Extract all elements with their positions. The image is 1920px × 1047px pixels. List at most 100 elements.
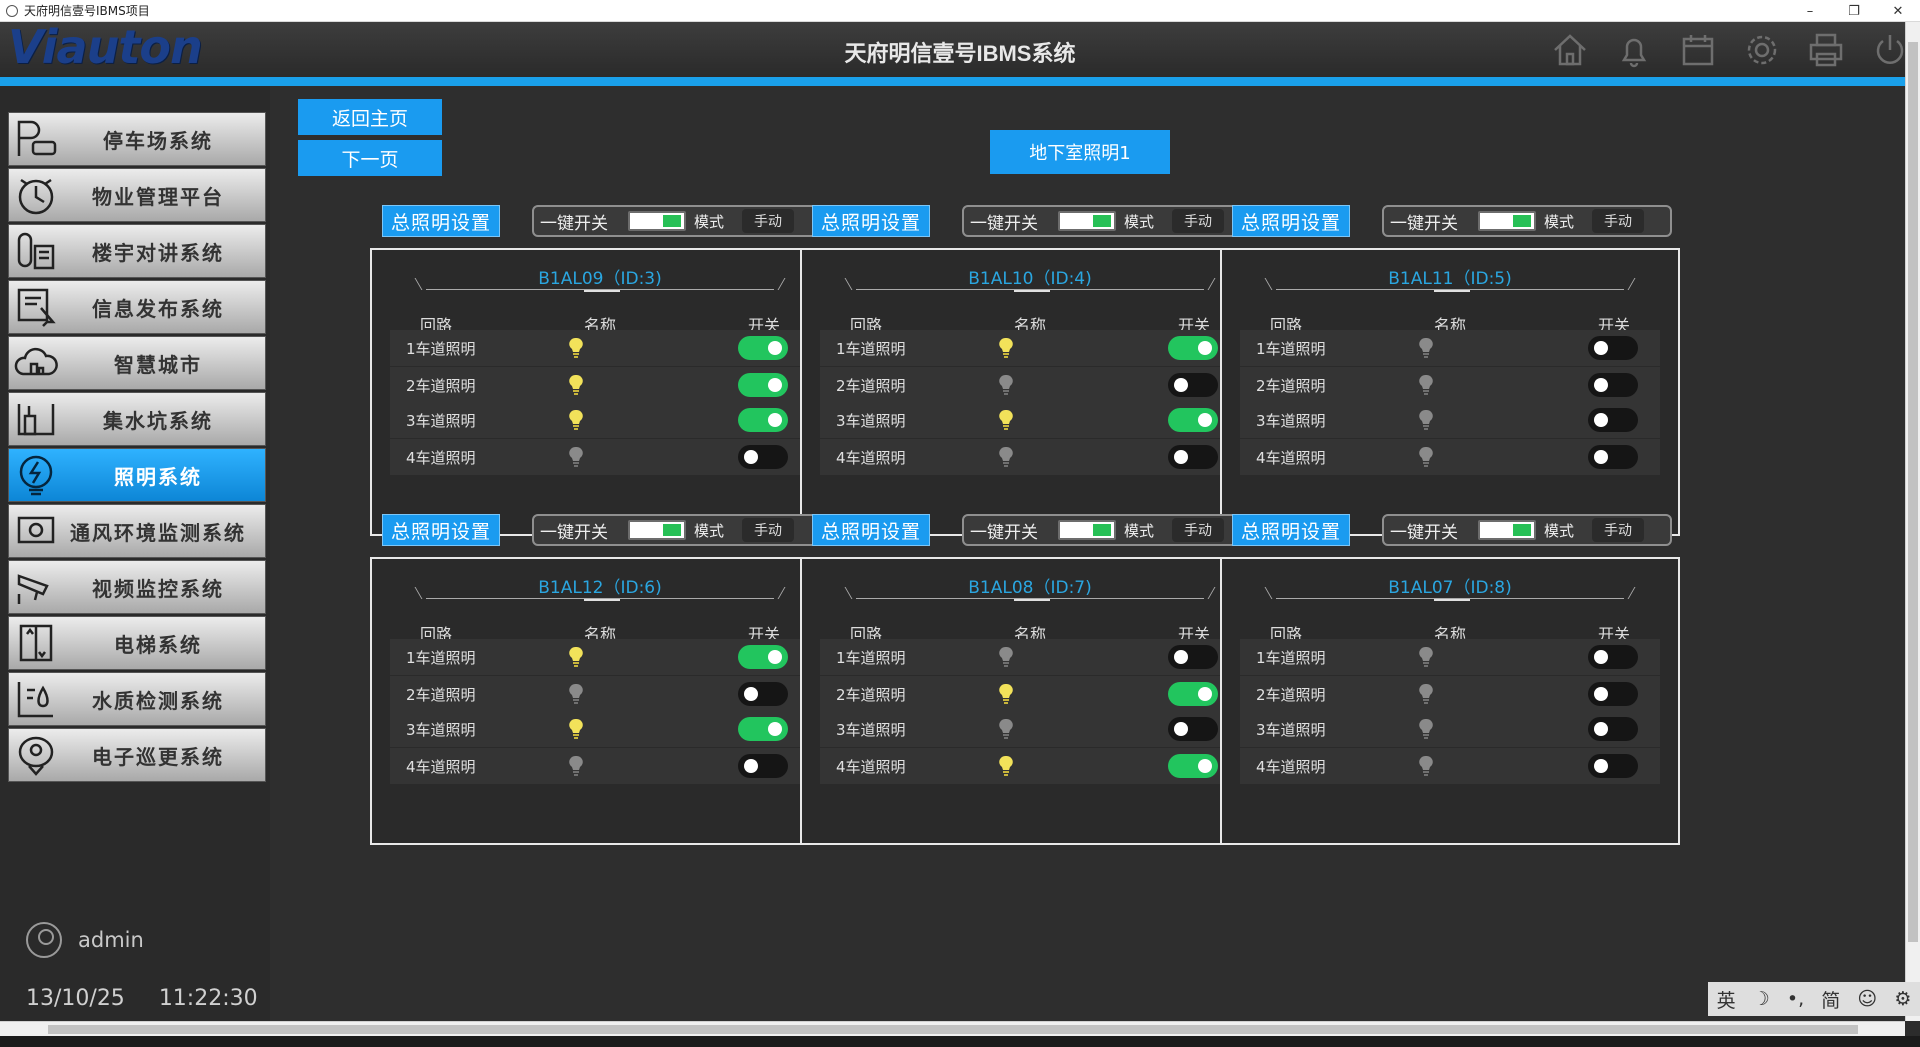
circuit-toggle[interactable]	[738, 373, 788, 397]
bulb-off-icon	[1418, 718, 1434, 740]
sidebar-item-intercom[interactable]: 楼宇对讲系统	[8, 224, 266, 278]
master-toggle[interactable]	[628, 211, 686, 231]
sidebar-item-water-quality[interactable]: 水质检测系统	[8, 672, 266, 726]
punct-icon[interactable]: •,	[1787, 988, 1804, 1010]
printer-icon[interactable]	[1804, 28, 1848, 72]
ime-simplified[interactable]: 简	[1821, 986, 1840, 1013]
tab-lighting-settings[interactable]: 总照明设置	[1232, 514, 1350, 546]
circuit-name: 1车道照明	[836, 648, 906, 667]
bulb-on-icon	[568, 374, 584, 396]
circuit-name: 1车道照明	[836, 339, 906, 358]
circuit-toggle[interactable]	[1168, 336, 1218, 360]
table-row: 2车道照明	[1240, 676, 1660, 712]
circuit-toggle[interactable]	[1588, 717, 1638, 741]
restore-button[interactable]: ❐	[1832, 0, 1876, 22]
circuit-toggle[interactable]	[738, 336, 788, 360]
sidebar-item-patrol[interactable]: 电子巡更系统	[8, 728, 266, 782]
circuit-toggle[interactable]	[1588, 682, 1638, 706]
sidebar-item-lighting[interactable]: 照明系统	[8, 448, 266, 502]
table-row: 4车道照明	[1240, 439, 1660, 475]
master-toggle[interactable]	[1478, 211, 1536, 231]
emoji-icon[interactable]: ☺	[1857, 988, 1877, 1010]
moon-icon[interactable]: ☽	[1753, 988, 1770, 1010]
mode-select[interactable]: 手动	[1172, 209, 1224, 233]
circuit-toggle[interactable]	[1168, 754, 1218, 778]
sidebar-item-sump[interactable]: 集水坑系统	[8, 392, 266, 446]
tab-lighting-settings[interactable]: 总照明设置	[812, 514, 930, 546]
mode-select[interactable]: 手动	[1592, 518, 1644, 542]
sidebar-item-property[interactable]: 物业管理平台	[8, 168, 266, 222]
circuit-toggle[interactable]	[1588, 754, 1638, 778]
horizontal-scrollbar[interactable]	[0, 1021, 1905, 1036]
mode-select[interactable]: 手动	[1592, 209, 1644, 233]
circuit-name: 3车道照明	[836, 411, 906, 430]
sidebar-item-publish[interactable]: 信息发布系统	[8, 280, 266, 334]
close-button[interactable]: ✕	[1876, 0, 1920, 22]
sidebar-item-video[interactable]: 视频监控系统	[8, 560, 266, 614]
next-page-button[interactable]: 下一页	[298, 140, 442, 176]
master-toggle[interactable]	[1058, 520, 1116, 540]
home-icon[interactable]	[1548, 28, 1592, 72]
table-row: 3车道照明	[390, 402, 810, 438]
circuit-name: 3车道照明	[1256, 720, 1326, 739]
mode-select[interactable]: 手动	[1172, 518, 1224, 542]
circuit-toggle[interactable]	[1168, 717, 1218, 741]
circuit-toggle[interactable]	[1168, 682, 1218, 706]
sidebar-item-smart-city[interactable]: 智慧城市	[8, 336, 266, 390]
bell-icon[interactable]	[1612, 28, 1656, 72]
circuit-toggle[interactable]	[1588, 408, 1638, 432]
circuit-toggle[interactable]	[738, 408, 788, 432]
master-switch-label: 一键开关	[540, 522, 608, 543]
scrollbar-thumb[interactable]	[48, 1025, 1858, 1034]
scrollbar-thumb[interactable]	[1908, 42, 1918, 942]
minimize-button[interactable]: –	[1788, 0, 1832, 22]
ime-settings-icon[interactable]: ⚙	[1894, 988, 1911, 1010]
tab-lighting-settings[interactable]: 总照明设置	[1232, 205, 1350, 237]
circuit-toggle[interactable]	[738, 682, 788, 706]
table-row: 2车道照明	[820, 676, 1240, 712]
circuit-toggle[interactable]	[1168, 445, 1218, 469]
mode-label: 模式	[694, 212, 725, 231]
master-toggle[interactable]	[628, 520, 686, 540]
vertical-scrollbar[interactable]	[1905, 22, 1920, 1021]
table-row: 1车道照明	[820, 330, 1240, 366]
sidebar-item-ventilation[interactable]: 通风环境监测系统	[8, 504, 266, 558]
table-row: 4车道照明	[390, 748, 810, 784]
tab-lighting-settings[interactable]: 总照明设置	[382, 205, 500, 237]
tab-lighting-settings[interactable]: 总照明设置	[382, 514, 500, 546]
circuit-toggle[interactable]	[738, 717, 788, 741]
bulb-off-icon	[1418, 337, 1434, 359]
master-toggle[interactable]	[1058, 211, 1116, 231]
window-titlebar: 天府明信壹号IBMS项目 – ❐ ✕	[0, 0, 1920, 22]
intercom-icon	[9, 224, 63, 278]
circuit-name: 2车道照明	[1256, 685, 1326, 704]
sidebar: 停车场系统 物业管理平台 楼宇对讲系统 信息发布系统 智慧城市 集水坑系统 照明…	[0, 86, 270, 1021]
bulb-off-icon	[1418, 409, 1434, 431]
gear-icon[interactable]	[1740, 28, 1784, 72]
tab-lighting-settings[interactable]: 总照明设置	[812, 205, 930, 237]
circuit-toggle[interactable]	[1168, 408, 1218, 432]
circuit-toggle[interactable]	[1588, 645, 1638, 669]
back-home-button[interactable]: 返回主页	[298, 99, 442, 135]
sidebar-item-parking[interactable]: 停车场系统	[8, 112, 266, 166]
sump-icon	[9, 392, 63, 446]
circuit-name: 1车道照明	[1256, 339, 1326, 358]
circuit-toggle[interactable]	[1588, 445, 1638, 469]
calendar-icon[interactable]	[1676, 28, 1720, 72]
circuit-toggle[interactable]	[1588, 336, 1638, 360]
mode-select[interactable]: 手动	[742, 518, 794, 542]
sidebar-item-elevator[interactable]: 电梯系统	[8, 616, 266, 670]
table-row: 1车道照明	[1240, 330, 1660, 366]
ime-lang[interactable]: 英	[1717, 986, 1736, 1013]
mode-select[interactable]: 手动	[742, 209, 794, 233]
circuit-toggle[interactable]	[1168, 373, 1218, 397]
table-row: 4车道照明	[1240, 748, 1660, 784]
circuit-toggle[interactable]	[738, 645, 788, 669]
circuit-toggle[interactable]	[1588, 373, 1638, 397]
master-toggle[interactable]	[1478, 520, 1536, 540]
circuit-toggle[interactable]	[738, 754, 788, 778]
circuit-toggle[interactable]	[1168, 645, 1218, 669]
bulb-on-icon	[568, 409, 584, 431]
circuit-toggle[interactable]	[738, 445, 788, 469]
table-row: 1车道照明	[390, 330, 810, 366]
